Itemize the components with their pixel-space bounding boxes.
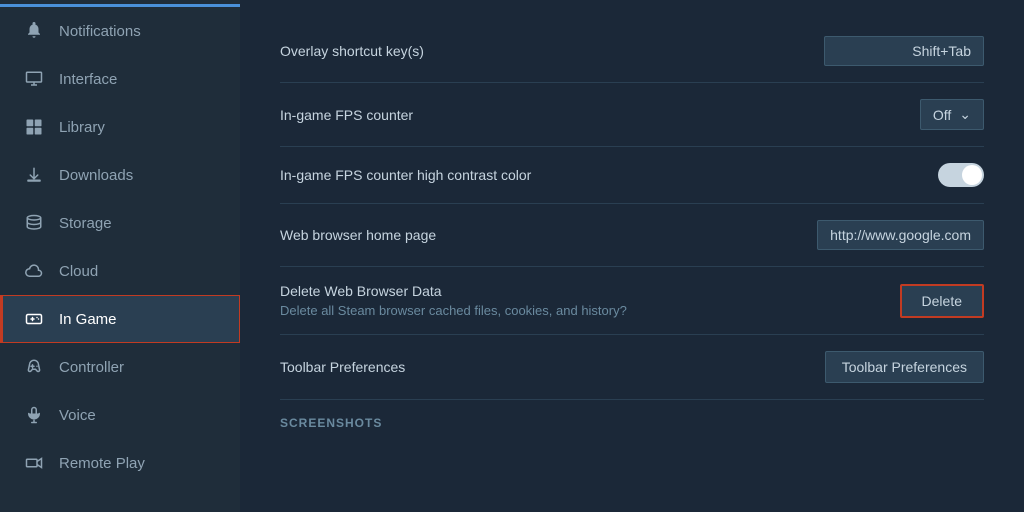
fps-contrast-control xyxy=(938,163,984,187)
fps-counter-value: Off xyxy=(933,107,951,123)
sidebar-label-in-game: In Game xyxy=(59,311,117,328)
setting-delete-browser: Delete Web Browser Data Delete all Steam… xyxy=(280,267,984,335)
controller-icon xyxy=(23,356,45,378)
sidebar-label-notifications: Notifications xyxy=(59,23,141,40)
browser-home-control: http://www.google.com xyxy=(817,220,984,250)
overlay-shortcut-control: Shift+Tab xyxy=(824,36,984,66)
delete-browser-label: Delete Web Browser Data xyxy=(280,283,627,299)
voice-icon xyxy=(23,404,45,426)
fps-contrast-toggle[interactable] xyxy=(938,163,984,187)
sidebar-item-voice[interactable]: Voice xyxy=(0,391,240,439)
delete-browser-label-group: Delete Web Browser Data Delete all Steam… xyxy=(280,283,627,318)
fps-counter-label: In-game FPS counter xyxy=(280,107,413,123)
fps-counter-control: Off ⌄ xyxy=(920,99,984,130)
setting-toolbar-prefs: Toolbar Preferences Toolbar Preferences xyxy=(280,335,984,400)
delete-browser-button[interactable]: Delete xyxy=(900,284,984,318)
storage-icon xyxy=(23,212,45,234)
sidebar-item-remote-play[interactable]: Remote Play xyxy=(0,439,240,487)
sidebar: Notifications Interface Library Download… xyxy=(0,0,240,512)
library-icon xyxy=(23,116,45,138)
monitor-icon xyxy=(23,68,45,90)
screenshots-header: SCREENSHOTS xyxy=(280,400,984,438)
sidebar-label-interface: Interface xyxy=(59,71,117,88)
sidebar-item-notifications[interactable]: Notifications xyxy=(0,7,240,55)
sidebar-item-cloud[interactable]: Cloud xyxy=(0,247,240,295)
toolbar-prefs-control: Toolbar Preferences xyxy=(825,351,984,383)
download-icon xyxy=(23,164,45,186)
cloud-icon xyxy=(23,260,45,282)
sidebar-label-storage: Storage xyxy=(59,215,112,232)
overlay-shortcut-label: Overlay shortcut key(s) xyxy=(280,43,424,59)
fps-contrast-label: In-game FPS counter high contrast color xyxy=(280,167,531,183)
sidebar-item-in-game[interactable]: In Game xyxy=(0,295,240,343)
sidebar-item-downloads[interactable]: Downloads xyxy=(0,151,240,199)
remoteplay-icon xyxy=(23,452,45,474)
sidebar-item-storage[interactable]: Storage xyxy=(0,199,240,247)
toolbar-prefs-button[interactable]: Toolbar Preferences xyxy=(825,351,984,383)
sidebar-item-interface[interactable]: Interface xyxy=(0,55,240,103)
sidebar-item-library[interactable]: Library xyxy=(0,103,240,151)
toggle-knob xyxy=(962,165,982,185)
sidebar-label-voice: Voice xyxy=(59,407,96,424)
bell-icon xyxy=(23,20,45,42)
setting-fps-counter: In-game FPS counter Off ⌄ xyxy=(280,83,984,147)
toolbar-prefs-label: Toolbar Preferences xyxy=(280,359,405,375)
sidebar-label-cloud: Cloud xyxy=(59,263,98,280)
delete-browser-control: Delete xyxy=(900,284,984,318)
fps-counter-dropdown[interactable]: Off ⌄ xyxy=(920,99,984,130)
setting-overlay-shortcut: Overlay shortcut key(s) Shift+Tab xyxy=(280,20,984,83)
delete-browser-sublabel: Delete all Steam browser cached files, c… xyxy=(280,303,627,318)
sidebar-label-library: Library xyxy=(59,119,105,136)
sidebar-label-remote-play: Remote Play xyxy=(59,455,145,472)
setting-fps-contrast: In-game FPS counter high contrast color xyxy=(280,147,984,204)
browser-home-input[interactable]: http://www.google.com xyxy=(817,220,984,250)
overlay-shortcut-input[interactable]: Shift+Tab xyxy=(824,36,984,66)
setting-browser-home: Web browser home page http://www.google.… xyxy=(280,204,984,267)
browser-home-label: Web browser home page xyxy=(280,227,436,243)
main-content: Overlay shortcut key(s) Shift+Tab In-gam… xyxy=(240,0,1024,512)
chevron-down-icon: ⌄ xyxy=(959,106,971,123)
ingame-icon xyxy=(23,308,45,330)
sidebar-label-downloads: Downloads xyxy=(59,167,133,184)
sidebar-label-controller: Controller xyxy=(59,359,124,376)
sidebar-item-controller[interactable]: Controller xyxy=(0,343,240,391)
